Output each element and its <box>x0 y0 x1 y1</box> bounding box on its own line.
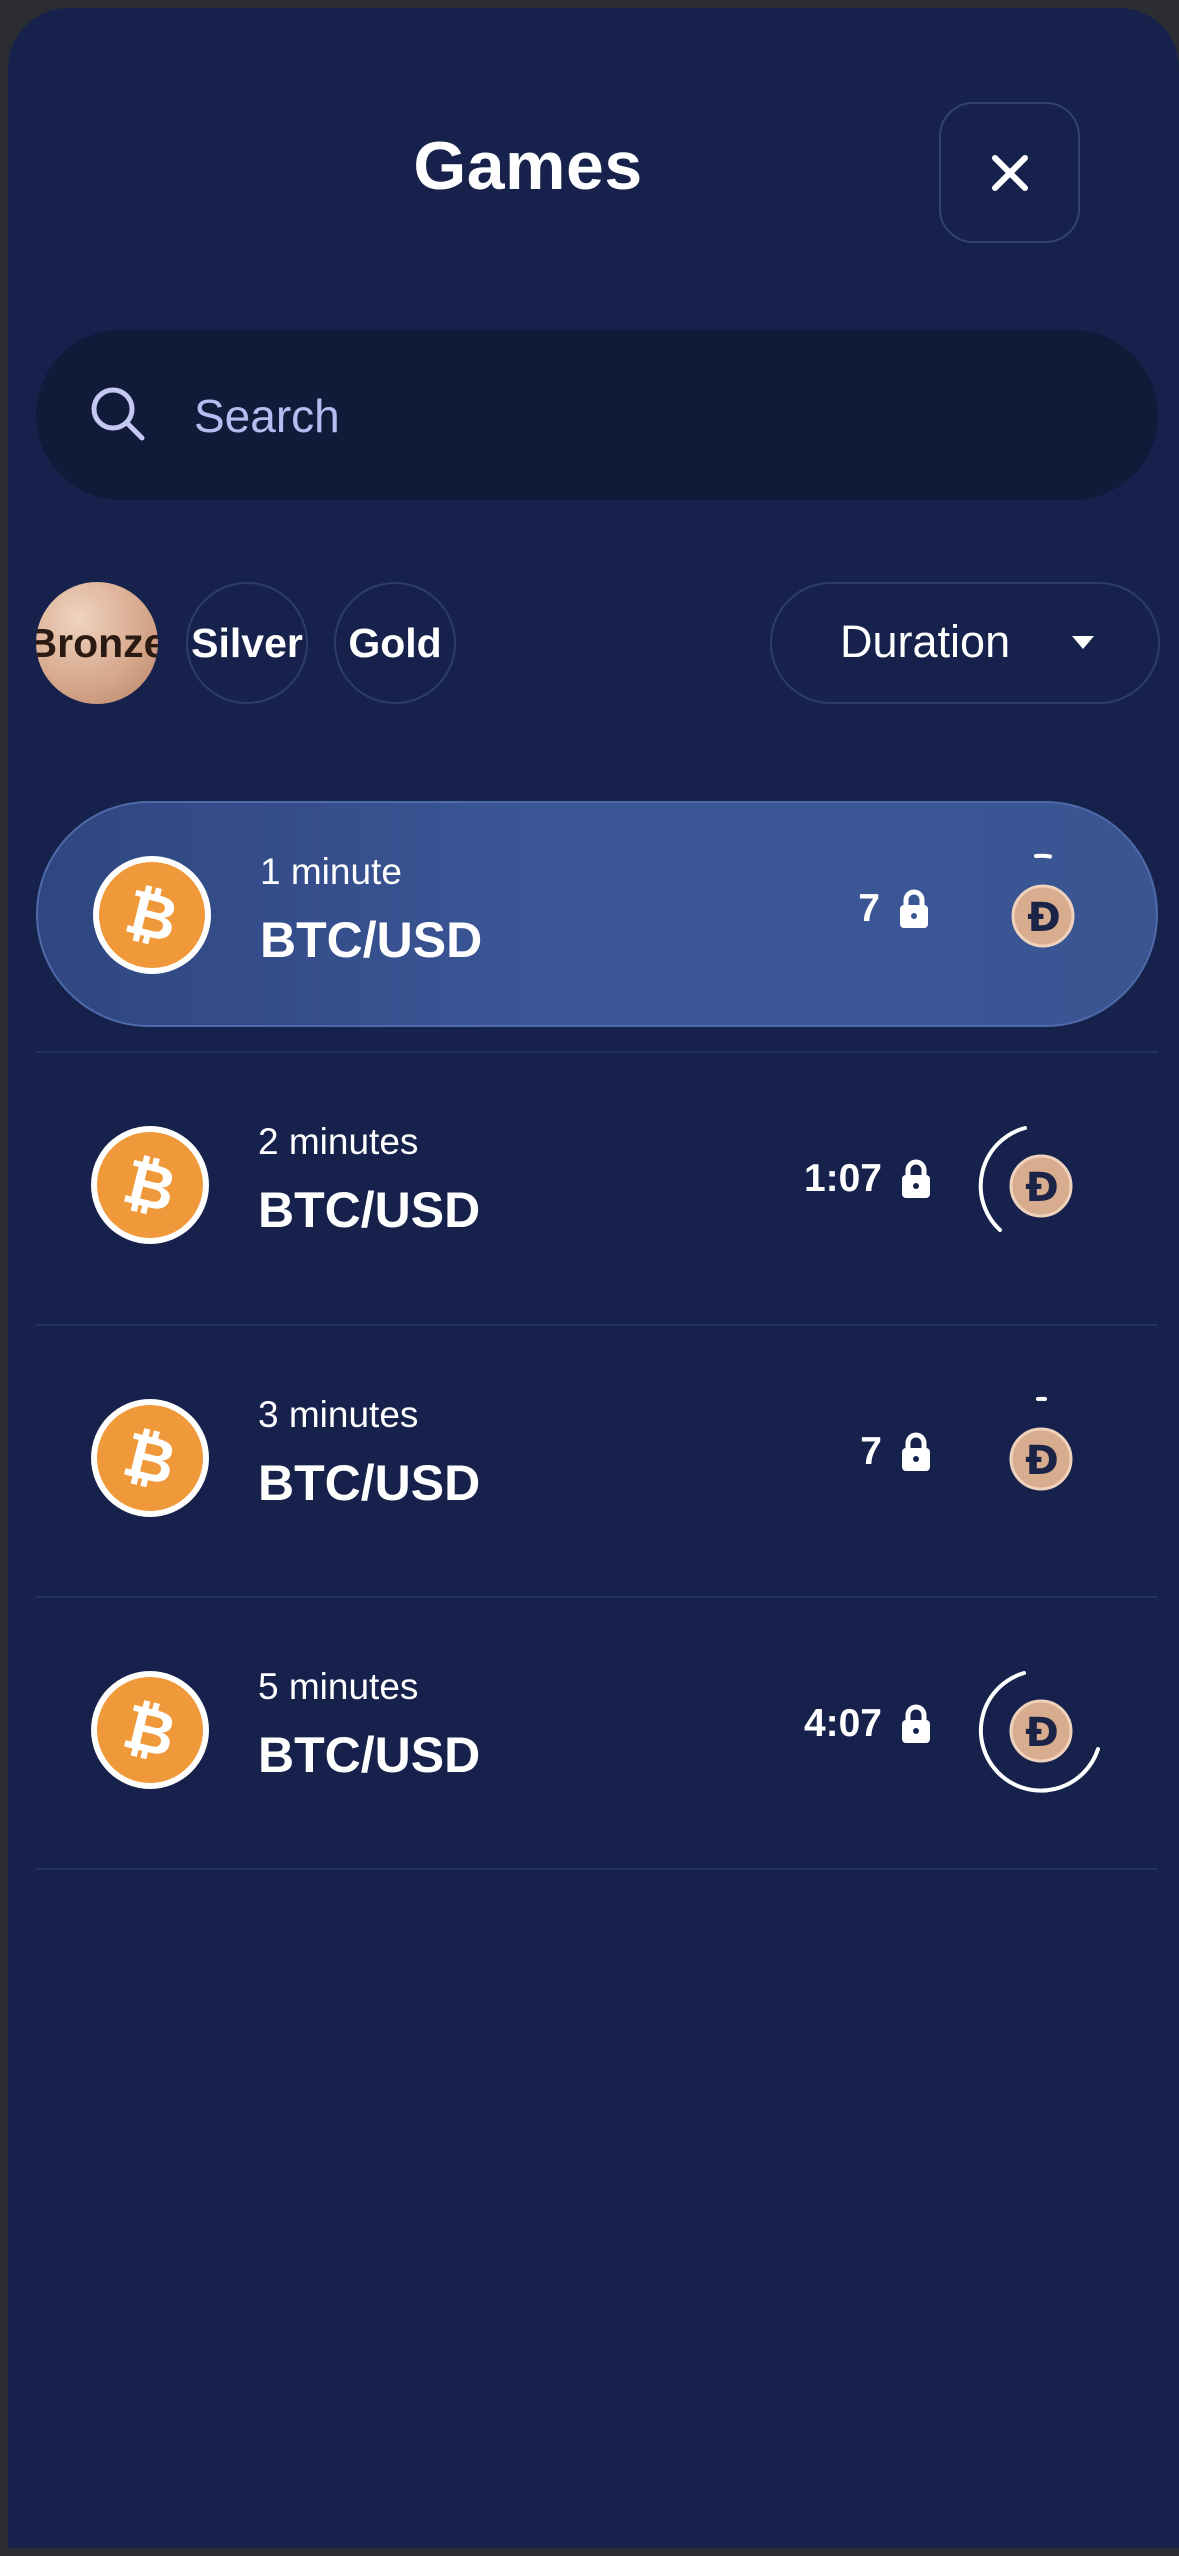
tier-chip-silver[interactable]: Silver <box>186 582 308 704</box>
lock-icon <box>902 1704 930 1743</box>
game-row[interactable]: ₿ 2 minutes BTC/USD 1:07 Đ <box>36 1073 1158 1299</box>
bitcoin-icon: ₿ <box>91 1671 209 1789</box>
lock-timer: 1:07 <box>804 1157 932 1201</box>
game-pair: BTC/USD <box>260 912 483 968</box>
svg-text:Đ: Đ <box>1025 1438 1059 1484</box>
d-token-icon: Đ <box>1011 853 1075 948</box>
lock-timer-value: 7 <box>858 887 880 930</box>
page-title: Games <box>413 128 643 204</box>
lock-timer-value: 1:07 <box>803 1157 882 1200</box>
games-screen: Games Bronze Silver Gold Duration ₿ 1 mi… <box>8 8 1179 2548</box>
game-pair: BTC/USD <box>258 1182 481 1238</box>
svg-text:Đ: Đ <box>1025 1710 1059 1756</box>
game-duration: 2 minutes <box>258 1121 419 1162</box>
game-pair: BTC/USD <box>258 1727 481 1783</box>
lock-icon <box>902 1159 930 1198</box>
close-icon <box>991 154 1028 191</box>
bitcoin-icon: ₿ <box>93 856 211 974</box>
d-token-icon: Đ <box>1009 1396 1073 1491</box>
game-duration: 1 minute <box>260 851 402 892</box>
bitcoin-icon: ₿ <box>91 1126 209 1244</box>
svg-text:Đ: Đ <box>1025 1165 1059 1211</box>
d-token-icon: Đ <box>978 1126 1073 1232</box>
tier-chip-label: Silver <box>191 619 303 666</box>
lock-timer-value: 7 <box>860 1430 882 1473</box>
row-divider <box>36 1051 1158 1053</box>
search-input[interactable] <box>192 370 1096 462</box>
game-duration: 3 minutes <box>258 1394 419 1435</box>
search-icon <box>91 387 145 441</box>
duration-dropdown-label: Duration <box>840 616 1011 667</box>
lock-timer: 7 <box>860 1430 932 1474</box>
tier-chip-label: Bronze <box>36 619 158 666</box>
lock-timer: 4:07 <box>804 1702 932 1746</box>
tier-chip-bronze[interactable]: Bronze <box>36 582 158 704</box>
d-token-icon: Đ <box>978 1671 1100 1793</box>
caret-down-icon <box>1072 636 1094 649</box>
close-button[interactable] <box>939 102 1080 243</box>
game-pair: BTC/USD <box>258 1455 481 1511</box>
duration-dropdown[interactable]: Duration <box>770 582 1160 704</box>
game-row[interactable]: ₿ 5 minutes BTC/USD 4:07 Đ <box>36 1618 1158 1844</box>
row-divider <box>36 1324 1158 1326</box>
tier-chip-gold[interactable]: Gold <box>334 582 456 704</box>
svg-text:Đ: Đ <box>1027 895 1061 941</box>
lock-timer-value: 4:07 <box>803 1702 882 1745</box>
game-row[interactable]: ₿ 1 minute BTC/USD 7 Đ <box>36 801 1158 1027</box>
row-divider <box>36 1596 1158 1598</box>
lock-icon <box>902 1432 930 1471</box>
game-duration: 5 minutes <box>258 1666 419 1707</box>
row-divider <box>36 1868 1158 1870</box>
lock-timer: 7 <box>858 887 930 931</box>
search-bar[interactable] <box>36 330 1158 500</box>
tier-chip-label: Gold <box>348 619 442 666</box>
lock-icon <box>900 889 928 928</box>
bitcoin-icon: ₿ <box>91 1399 209 1517</box>
game-row[interactable]: ₿ 3 minutes BTC/USD 7 Đ <box>36 1346 1158 1572</box>
